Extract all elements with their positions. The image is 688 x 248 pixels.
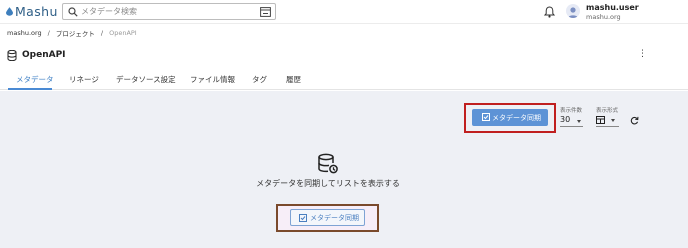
sync-icon (482, 113, 490, 121)
chevron-down-icon (611, 119, 615, 122)
select-underline (596, 126, 619, 127)
tab-file-info[interactable]: ファイル情報 (190, 74, 235, 85)
search-input[interactable]: メタデータ検索 (62, 3, 276, 20)
empty-state-message: メタデータを同期してリストを表示する (256, 179, 400, 188)
active-tab-indicator (8, 88, 52, 90)
breadcrumb-separator: / (100, 29, 104, 37)
more-options-icon[interactable]: ⋮ (638, 49, 647, 59)
keyboard-shortcut-icon (260, 7, 271, 17)
page-header: OpenAPI ⋮ (0, 44, 688, 68)
tab-lineage[interactable]: リネージ (69, 74, 99, 85)
sync-icon (299, 214, 307, 222)
sync-button-label: メタデータ同期 (310, 213, 359, 222)
sync-button-label: メタデータ同期 (492, 113, 541, 122)
search-placeholder: メタデータ検索 (81, 7, 137, 16)
tab-bar: メタデータ リネージ データソース設定 ファイル情報 タグ 履歴 (0, 70, 688, 90)
breadcrumb-separator: / (47, 29, 50, 37)
select-underline (560, 126, 583, 127)
count-value: 30 (560, 115, 571, 124)
page-title: OpenAPI (22, 50, 66, 60)
view-label: 表示形式 (596, 108, 619, 114)
avatar[interactable] (566, 4, 580, 18)
database-icon (7, 50, 17, 61)
chevron-down-icon (577, 120, 581, 123)
tab-tags[interactable]: タグ (252, 74, 267, 85)
breadcrumb-current: OpenAPI (109, 29, 137, 37)
search-icon (68, 7, 78, 17)
tab-datasource-settings[interactable]: データソース設定 (116, 74, 176, 85)
tab-metadata[interactable]: メタデータ (16, 74, 54, 85)
breadcrumb-item[interactable]: プロジェクト (56, 28, 95, 38)
breadcrumb: mashu.org / プロジェクト / OpenAPI (7, 28, 137, 38)
user-icon (568, 7, 578, 18)
user-name[interactable]: mashu.user (586, 3, 639, 12)
metadata-sync-button[interactable]: メタデータ同期 (472, 109, 548, 126)
metadata-sync-button-secondary[interactable]: メタデータ同期 (290, 209, 365, 226)
top-bar: Mashu メタデータ検索 mashu.user mashu.org (0, 0, 688, 24)
breadcrumb-item[interactable]: mashu.org (7, 29, 42, 37)
brand-name: Mashu (15, 3, 58, 19)
brand-logo[interactable]: Mashu (6, 3, 58, 19)
drop-icon (6, 6, 13, 16)
notification-bell-icon[interactable] (544, 6, 555, 18)
tab-history[interactable]: 履歴 (286, 74, 301, 85)
user-org: mashu.org (586, 13, 621, 21)
database-sync-icon (318, 153, 338, 174)
refresh-icon[interactable] (630, 116, 639, 125)
table-view-icon (596, 116, 605, 124)
count-label: 表示件数 (560, 108, 583, 114)
